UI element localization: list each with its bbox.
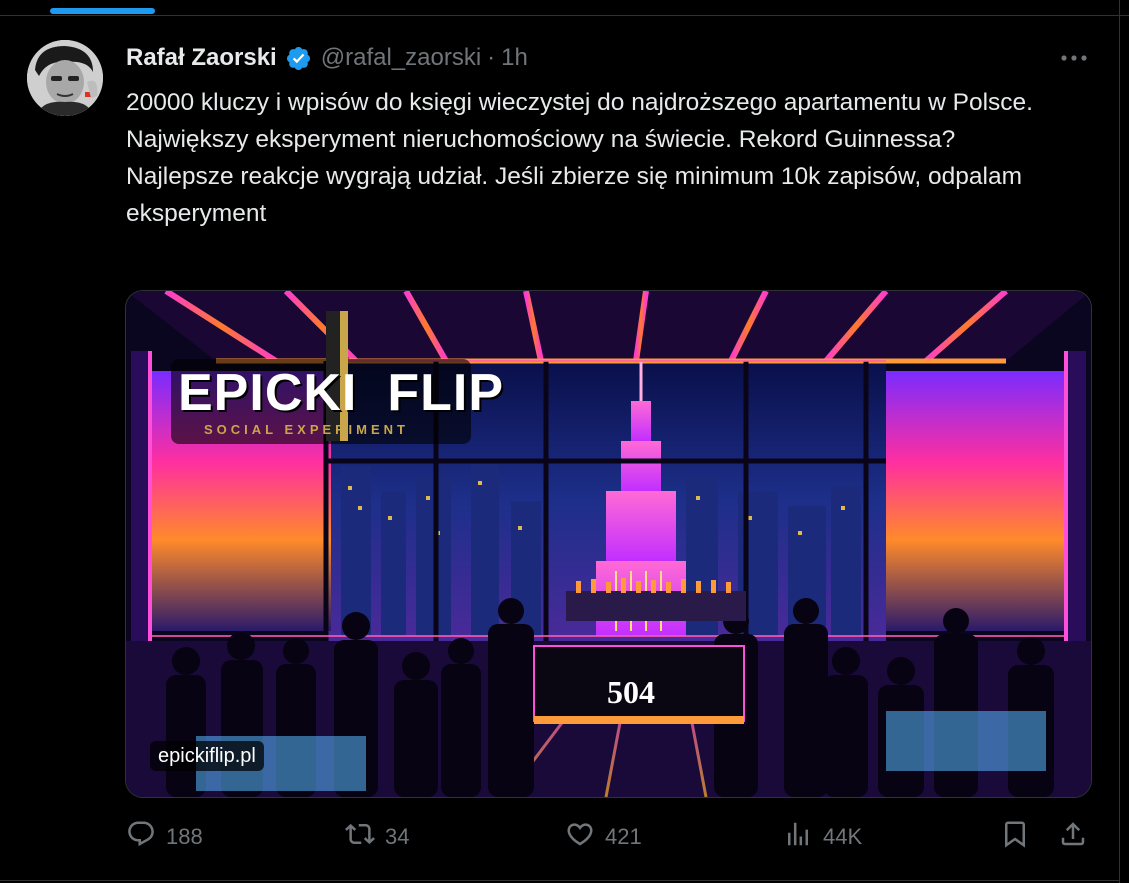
like-count: 421: [605, 824, 642, 849]
more-icon[interactable]: [1058, 44, 1090, 72]
author-name[interactable]: Rafał Zaorski: [126, 44, 277, 72]
media-logo: EPICKI FLIP: [178, 363, 503, 423]
logo-word-2: FLIP: [387, 364, 505, 422]
repost-icon: [345, 819, 375, 855]
share-icon: [1058, 819, 1088, 855]
action-bar: 188 34 421 44K: [0, 815, 1129, 859]
tweet-paragraph-1: 20000 kluczy i wpisów do księgi wieczyst…: [126, 89, 1033, 153]
verified-badge-icon[interactable]: [285, 45, 312, 72]
avatar-photo: [27, 40, 103, 116]
views-count: 44K: [823, 824, 863, 849]
logo-word-1: EPICKI: [178, 364, 358, 422]
tweet-text: 20000 kluczy i wpisów do księgi wieczyst…: [126, 84, 1101, 232]
header-separator: ·: [487, 44, 496, 71]
repost-count: 34: [385, 824, 410, 849]
bottom-divider: [0, 880, 1120, 881]
bar-number: 504: [607, 674, 655, 710]
repost-button[interactable]: 34: [345, 815, 409, 859]
logo-tagline: SOCIAL EXPERIMENT: [204, 422, 410, 437]
reply-button[interactable]: 188: [126, 815, 203, 859]
views-button[interactable]: 44K: [783, 815, 862, 859]
tweet-header: Rafał Zaorski @rafal_zaorski · 1h: [126, 40, 528, 76]
right-divider: [1119, 0, 1120, 883]
active-tab-indicator: [50, 8, 155, 14]
like-button[interactable]: 421: [565, 815, 642, 859]
bookmark-button[interactable]: [1000, 815, 1030, 859]
views-icon: [783, 819, 813, 855]
media-link-label[interactable]: epickiflip.pl: [150, 741, 264, 771]
reply-icon: [126, 819, 156, 855]
reply-count: 188: [166, 824, 203, 849]
author-handle[interactable]: @rafal_zaorski: [321, 44, 481, 72]
bookmark-icon: [1000, 819, 1030, 855]
tweet-paragraph-2: Najlepsze reakcje wygrają udział. Jeśli …: [126, 163, 1022, 227]
post-time[interactable]: 1h: [501, 44, 528, 72]
avatar[interactable]: [27, 40, 103, 116]
top-divider: [0, 15, 1129, 16]
share-button[interactable]: [1058, 815, 1088, 859]
like-icon: [565, 819, 595, 855]
